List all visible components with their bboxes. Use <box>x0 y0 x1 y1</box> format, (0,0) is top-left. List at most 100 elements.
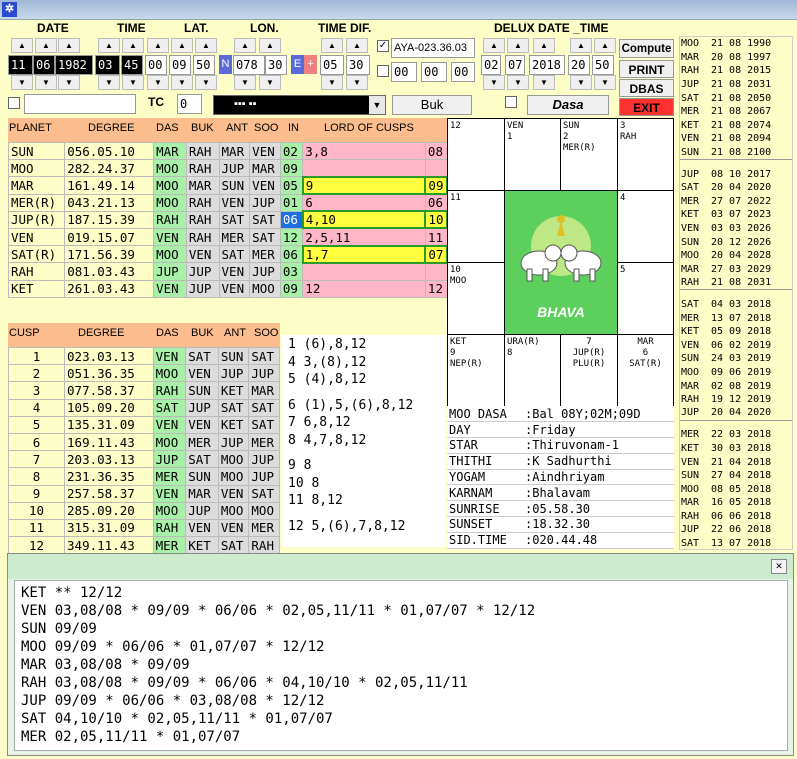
dasa-row[interactable]: KET 21 08 2074 <box>680 119 792 133</box>
increment-arrow-icon[interactable]: ▲ <box>11 38 33 53</box>
increment-arrow-icon[interactable]: ▲ <box>35 38 57 53</box>
house-9[interactable]: KET 9 NEP(R) <box>447 334 505 408</box>
dasa-row[interactable]: SAT 20 04 2020 <box>680 181 792 195</box>
dasa-row[interactable]: MOO 21 08 1990 <box>680 37 792 51</box>
lat-deg-input[interactable]: 09 <box>169 55 191 75</box>
exit-button[interactable]: EXIT <box>619 98 674 116</box>
dasa-row[interactable]: MAR 16 05 2018 <box>680 496 792 510</box>
hour-input[interactable]: 03 <box>95 55 120 75</box>
dasa-row[interactable]: SUN 27 04 2018 <box>680 469 792 483</box>
dbas-button[interactable]: DBAS <box>619 79 674 97</box>
decrement-arrow-icon[interactable]: ▼ <box>11 75 33 90</box>
decrement-arrow-icon[interactable]: ▼ <box>58 75 80 90</box>
print-button[interactable]: PRINT <box>619 60 674 78</box>
decrement-arrow-icon[interactable]: ▼ <box>346 75 368 90</box>
tz-min-input[interactable]: 30 <box>346 55 370 75</box>
chevron-down-icon[interactable]: ▼ <box>369 96 385 114</box>
house-10[interactable]: 10 MOO <box>447 262 505 335</box>
cusp-row[interactable]: 7 203.03.13 JUP SAT MOO JUP <box>7 450 280 469</box>
cusp-row[interactable]: 8 231.36.35 MER SUN MOO JUP <box>7 467 280 486</box>
increment-arrow-icon[interactable]: ▲ <box>58 38 80 53</box>
language-select[interactable]: ▪▪▪ ▪▪ ▼ <box>213 95 386 115</box>
house-4[interactable]: 4 <box>617 190 674 263</box>
day-input[interactable]: 11 <box>8 55 33 75</box>
decrement-arrow-icon[interactable]: ▼ <box>507 75 529 90</box>
dx-hour-input[interactable]: 20 <box>568 55 590 75</box>
tz-sign-toggle[interactable]: + <box>304 55 317 74</box>
house-12[interactable]: 12 <box>447 118 505 191</box>
increment-arrow-icon[interactable]: ▲ <box>234 38 256 53</box>
dasa-row[interactable]: SUN 20 12 2026 <box>680 235 792 249</box>
house-6[interactable]: MAR 6 SAT(R) <box>617 334 674 408</box>
planet-row[interactable]: VEN 019.15.07 VEN RAH MER SAT 12 2,5,11 11 <box>7 227 448 247</box>
increment-arrow-icon[interactable]: ▲ <box>122 38 144 53</box>
decrement-arrow-icon[interactable]: ▼ <box>234 75 256 90</box>
planet-row[interactable]: JUP(R) 187.15.39 RAH RAH SAT SAT 06 4,10 10 <box>7 210 448 230</box>
close-icon[interactable]: ✕ <box>771 559 787 574</box>
dx-min-input[interactable]: 50 <box>592 55 614 75</box>
increment-arrow-icon[interactable]: ▲ <box>483 38 505 53</box>
dasa-row[interactable]: MAR 20 08 1997 <box>680 51 792 65</box>
decrement-arrow-icon[interactable]: ▼ <box>98 75 120 90</box>
compute-button[interactable]: Compute <box>619 39 674 58</box>
dx-day-input[interactable]: 02 <box>481 55 501 75</box>
dasa-row[interactable]: RAH 19 12 2019 <box>680 393 792 407</box>
cusp-row[interactable]: 4 105.09.20 SAT JUP SAT SAT <box>7 398 280 417</box>
decrement-arrow-icon[interactable]: ▼ <box>122 75 144 90</box>
dasa-row[interactable]: SUN 24 03 2019 <box>680 352 792 366</box>
cusp-row[interactable]: 5 135.31.09 VEN VEN KET SAT <box>7 415 280 434</box>
lon-deg-input[interactable]: 078 <box>233 55 265 75</box>
decrement-arrow-icon[interactable]: ▼ <box>483 75 505 90</box>
increment-arrow-icon[interactable]: ▲ <box>507 38 529 53</box>
decrement-arrow-icon[interactable]: ▼ <box>259 75 281 90</box>
dasa-row[interactable]: MAR 02 08 2019 <box>680 379 792 393</box>
decrement-arrow-icon[interactable]: ▼ <box>35 75 57 90</box>
increment-arrow-icon[interactable]: ▲ <box>594 38 616 53</box>
increment-arrow-icon[interactable]: ▲ <box>346 38 368 53</box>
name-input[interactable] <box>24 94 136 114</box>
house-5[interactable]: 5 <box>617 262 674 335</box>
aya2-c-input[interactable]: 00 <box>451 62 475 82</box>
name-checkbox[interactable] <box>8 97 20 109</box>
lat-dir-toggle[interactable]: N <box>219 55 232 74</box>
cusp-row[interactable]: 2 051.36.35 MOO VEN JUP JUP <box>7 364 280 383</box>
decrement-arrow-icon[interactable]: ▼ <box>570 75 592 90</box>
dasa-row[interactable]: MOO 20 04 2028 <box>680 249 792 263</box>
dasa-row[interactable]: SUN 21 08 2100 <box>680 146 792 160</box>
second-input[interactable]: 00 <box>145 55 167 75</box>
dasa-row[interactable]: MOO 09 06 2019 <box>680 366 792 380</box>
dasa-row[interactable]: SAT 04 03 2018 <box>680 298 792 312</box>
dasa-row[interactable]: RAH 21 08 2015 <box>680 64 792 78</box>
increment-arrow-icon[interactable]: ▲ <box>147 38 169 53</box>
tz-dir-toggle[interactable]: E <box>291 55 304 74</box>
decrement-arrow-icon[interactable]: ▼ <box>594 75 616 90</box>
planet-row[interactable]: SAT(R) 171.56.39 MOO VEN SAT MER 06 1,7 07 <box>7 244 448 264</box>
house-3[interactable]: 3 RAH <box>617 118 674 191</box>
decrement-arrow-icon[interactable]: ▼ <box>195 75 217 90</box>
cusp-row[interactable]: 1 023.03.13 VEN SAT SUN SAT <box>7 346 280 366</box>
dasa-row[interactable]: VEN 21 04 2018 <box>680 455 792 469</box>
house-11[interactable]: 11 <box>447 190 505 263</box>
cusp-row[interactable]: 12 349.11.43 MER KET SAT RAH <box>7 536 280 555</box>
dasa-checkbox[interactable] <box>505 96 517 108</box>
lon-min-input[interactable]: 30 <box>265 55 287 75</box>
month-input[interactable]: 06 <box>33 55 55 75</box>
planet-row[interactable]: RAH 081.03.43 JUP JUP VEN JUP 03 <box>7 262 448 281</box>
aya-input[interactable]: AYA-023.36.03 <box>391 38 475 58</box>
decrement-arrow-icon[interactable]: ▼ <box>171 75 193 90</box>
lat-min-input[interactable]: 50 <box>193 55 215 75</box>
increment-arrow-icon[interactable]: ▲ <box>98 38 120 53</box>
cusp-row[interactable]: 6 169.11.43 MOO MER JUP MER <box>7 432 280 452</box>
tz-hour-input[interactable]: 05 <box>320 55 344 75</box>
dasa-row[interactable]: RAH 06 06 2018 <box>680 510 792 524</box>
minute-input[interactable]: 45 <box>121 55 143 75</box>
dasa-row[interactable]: KET 03 07 2023 <box>680 208 792 222</box>
dasa-row[interactable]: KET 30 03 2018 <box>680 442 792 456</box>
cusp-row[interactable]: 10 285.09.20 MOO JUP MOO MOO <box>7 501 280 520</box>
dasa-row[interactable]: MOO 08 05 2018 <box>680 482 792 496</box>
planet-row[interactable]: KET 261.03.43 VEN JUP VEN MOO 09 12 12 <box>7 279 448 298</box>
dasa-row[interactable]: RAH 21 08 2031 <box>680 276 792 290</box>
dasa-row[interactable]: JUP 21 08 2031 <box>680 78 792 92</box>
house-7[interactable]: 7 JUP(R) PLU(R) <box>560 334 618 408</box>
dx-month-input[interactable]: 07 <box>505 55 525 75</box>
